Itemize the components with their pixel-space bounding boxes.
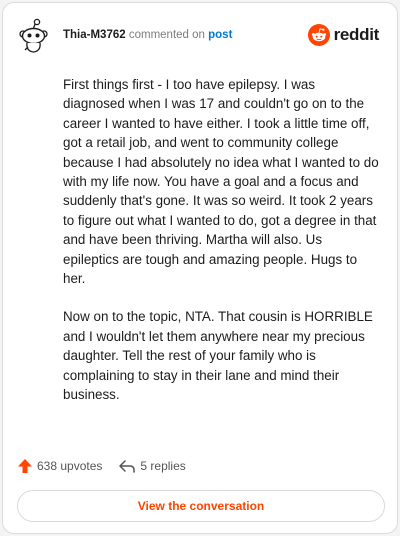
upvote-group[interactable]: 638 upvotes: [17, 458, 102, 474]
comment-paragraph: First things first - I too have epilepsy…: [63, 77, 379, 287]
reddit-logo: reddit: [307, 23, 380, 47]
reddit-snoo-icon: [307, 24, 330, 46]
reply-count: 5 replies: [140, 459, 186, 473]
upvote-count: 638 upvotes: [37, 459, 103, 473]
snoo-avatar-icon: [19, 18, 48, 53]
comment-body: First things first - I too have epilepsy…: [63, 75, 379, 424]
comment-card: Thia-M3762 commented on post reddit Firs…: [2, 2, 398, 534]
replies-group[interactable]: 5 replies: [118, 458, 186, 474]
comment-header: Thia-M3762 commented on post reddit: [17, 17, 383, 55]
comment-paragraph: Now on to the topic, NTA. That cousin is…: [63, 309, 373, 403]
reply-arrow-icon[interactable]: [118, 458, 136, 474]
comment-meta: Thia-M3762 commented on post: [63, 28, 232, 42]
comment-footer: 638 upvotes 5 replies: [17, 454, 186, 478]
username[interactable]: Thia-M3762: [63, 29, 126, 41]
avatar[interactable]: [17, 17, 53, 55]
post-link[interactable]: post: [208, 29, 232, 41]
action-text: commented on: [128, 29, 205, 41]
brand-name: reddit: [333, 25, 380, 44]
upvote-arrow-icon[interactable]: [17, 458, 33, 474]
view-conversation-button[interactable]: View the conversation: [17, 490, 385, 522]
